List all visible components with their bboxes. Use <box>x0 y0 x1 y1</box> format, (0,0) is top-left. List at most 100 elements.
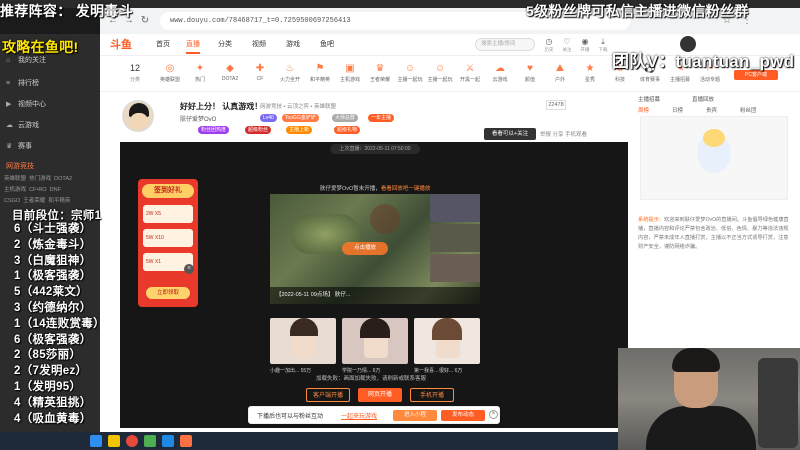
thumb-title: 小趣一加出... <box>270 368 300 374</box>
category-icon: ⚑ <box>315 63 325 74</box>
category-item[interactable]: ◆ DOTA2 <box>216 62 244 82</box>
miniprogram-button[interactable]: 进入小程 <box>393 410 437 421</box>
subtab-vip[interactable]: 贵宾 <box>706 106 717 114</box>
close-icon[interactable]: × <box>184 264 194 274</box>
replay-thumb[interactable] <box>430 254 480 282</box>
app-icon[interactable] <box>162 435 174 447</box>
follow-icon[interactable]: ♡ 关注 <box>560 37 574 53</box>
category-item[interactable]: ☁ 云游戏 <box>486 62 514 83</box>
replay-thumb[interactable] <box>430 224 480 252</box>
anchor-name[interactable]: 肤仔爱梦OvO <box>180 114 216 123</box>
badge[interactable]: 粉丝团热度 <box>198 126 230 134</box>
subtab-day[interactable]: 日榜 <box>672 106 683 114</box>
system-message: 系统提示：欢迎来到肤仔爱梦OvO的直播间。斗鱼倡导绿色健康直播，直播内容和评论严… <box>638 216 790 252</box>
badge[interactable]: 主播上新 <box>286 126 313 134</box>
category-icon: ☺ <box>434 63 446 74</box>
sidebar-item-label: 云游戏 <box>18 122 39 129</box>
room-title: 好好上分！ 认真游戏！ <box>180 102 263 111</box>
banner-link[interactable]: 一起来玩游戏 <box>341 411 377 420</box>
category-label: 主播一起玩 <box>397 77 423 83</box>
category-item[interactable]: ★ 星秀 <box>576 62 604 83</box>
history-item: 1（14连败赏毒） <box>14 317 105 330</box>
app-icon[interactable] <box>144 435 156 447</box>
overlay-rank: 目前段位：宗师1 <box>12 210 102 222</box>
category-item[interactable]: ♥ 颜值 <box>516 62 544 83</box>
sidebar-item-cloud[interactable]: ☁ 云游戏 <box>6 119 96 133</box>
windows-start-icon[interactable] <box>90 435 102 447</box>
sidebar-game-link[interactable]: 王者荣耀 <box>23 198 45 204</box>
report-share-links[interactable]: 举报 分享 手机观看 <box>540 130 587 138</box>
nav-live[interactable]: 直播 <box>186 39 200 54</box>
download-icon[interactable]: ⤓ 下载 <box>596 37 610 53</box>
icon-label: 开播 <box>580 47 590 52</box>
signin-gift-panel[interactable]: 签到好礼 2W X5 5W X10 5W X1 立即领取 <box>138 179 198 307</box>
chrome-icon[interactable] <box>126 435 138 447</box>
replay-thumb[interactable] <box>430 194 480 222</box>
video-thumb[interactable] <box>342 318 408 364</box>
sidebar-game-link[interactable]: 主机游戏 <box>4 187 26 193</box>
category-item[interactable]: ☺ 主播一起玩 <box>426 62 454 83</box>
nav-home[interactable]: 首页 <box>156 39 170 49</box>
sidebar-game-grid: 英雄联盟 热门游戏 DOTA2 主机游戏 CF•RO DNF CSGO 王者荣耀… <box>4 174 96 207</box>
mobile-live-button[interactable]: 手机开播 <box>410 388 454 402</box>
douyu-logo[interactable]: 斗鱼 <box>110 36 140 54</box>
nav-video[interactable]: 视频 <box>252 39 266 49</box>
search-input[interactable]: 搜索主播/房间 <box>475 38 535 51</box>
category-item[interactable]: ✚ CF <box>246 62 274 82</box>
tab-recruit[interactable]: 主播招募 <box>638 95 660 103</box>
sidebar-item-label: 我的关注 <box>18 57 46 64</box>
room-category[interactable]: 网游竞技 • 云顶之弈 • 英雄联盟 <box>260 102 336 110</box>
video-thumb[interactable] <box>270 318 336 364</box>
tag: TooGG金铲铲 <box>282 114 319 122</box>
nav-category[interactable]: 分类 <box>218 39 232 49</box>
category-label: 活动专题 <box>699 77 720 83</box>
subtab-fans[interactable]: 粉丝团 <box>740 106 757 114</box>
history-icon[interactable]: ◷ 历史 <box>542 37 556 53</box>
sidebar-game-link[interactable]: CF•RO <box>29 187 47 193</box>
sidebar-game-link[interactable]: DOTA2 <box>54 176 72 182</box>
client-live-button[interactable]: 客户端开播 <box>306 388 350 402</box>
category-item[interactable]: ◎ 英雄联盟 <box>156 62 184 83</box>
sidebar-game-link[interactable]: 英雄联盟 <box>4 176 26 182</box>
category-item[interactable]: ☺ 主播一起玩 <box>396 62 424 83</box>
sidebar-game-link[interactable]: DNF <box>50 187 61 193</box>
follow-button[interactable]: 看看可以+关注 <box>484 128 536 140</box>
app-icon[interactable] <box>180 435 192 447</box>
category-item[interactable]: ⛰ 户外 <box>546 62 574 83</box>
category-label: 王者荣耀 <box>369 77 390 83</box>
thumb-caption: 学院一乃情... 6万 <box>342 367 408 374</box>
category-item[interactable]: ✦ 热门 <box>186 62 214 83</box>
claim-gift-button[interactable]: 立即领取 <box>146 287 190 299</box>
sidebar-item-video[interactable]: ▶ 视频中心 <box>6 98 96 112</box>
sidebar-game-link[interactable]: CSGO <box>4 198 20 204</box>
play-button[interactable]: 点击播放 <box>342 242 388 255</box>
category-item[interactable]: ⚔ 开黑一起 <box>456 62 484 83</box>
category-item[interactable]: ⚑ 和平精英 <box>306 62 334 83</box>
close-icon[interactable]: × <box>489 410 498 419</box>
category-label: 户外 <box>554 77 565 83</box>
history-item: 4（精英狙挑） <box>14 396 92 409</box>
web-live-button[interactable]: 网页开播 <box>358 388 402 402</box>
live-icon[interactable]: ◉ 开播 <box>578 37 592 53</box>
category-item[interactable]: ♨ 火力全开 <box>276 62 304 83</box>
badge[interactable]: 超级礼物 <box>334 126 361 134</box>
category-label: 开黑一起 <box>459 77 480 83</box>
category-item[interactable]: ♛ 王者荣耀 <box>366 62 394 83</box>
video-thumb[interactable] <box>414 318 480 364</box>
tab-replay[interactable]: 直播回放 <box>692 95 714 103</box>
anchor-avatar[interactable] <box>122 100 154 132</box>
badge[interactable]: 超级粉丝 <box>245 126 272 134</box>
sidebar-game-link[interactable]: 热门游戏 <box>29 176 51 182</box>
file-explorer-icon[interactable] <box>108 435 120 447</box>
subtab-week[interactable]: 周榜 <box>638 106 649 114</box>
sidebar-item-rank[interactable]: ≡ 排行榜 <box>6 77 96 91</box>
nav-game[interactable]: 游戏 <box>286 39 300 49</box>
post-dynamic-button[interactable]: 发布动态 <box>441 410 485 421</box>
replay-link[interactable]: 看看回放吧一键播放 <box>381 186 431 192</box>
nav-fishbar[interactable]: 鱼吧 <box>320 39 334 49</box>
sidebar-item-esports[interactable]: ♛ 赛事 <box>6 140 96 154</box>
refresh-icon[interactable]: ↻ <box>138 14 152 28</box>
category-icon: ♛ <box>375 63 385 74</box>
sidebar-game-link[interactable]: 和平精英 <box>48 198 70 204</box>
category-item[interactable]: ▣ 主机游戏 <box>336 62 364 83</box>
